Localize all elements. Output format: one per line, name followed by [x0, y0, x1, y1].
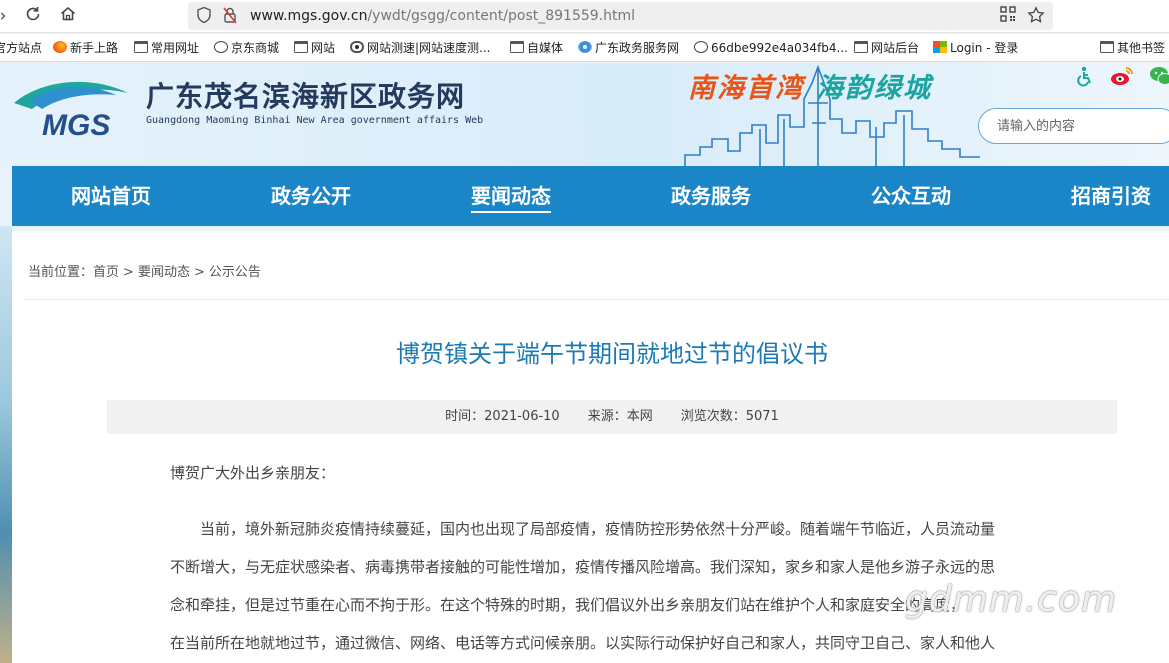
bookmark-label: 网站 [311, 41, 336, 55]
bookmark-label: 66dbe992e4a034fb4... [711, 41, 848, 55]
site-logo[interactable]: MGS [12, 73, 132, 143]
url-path: /ywdt/gsgg/content/post_891559.html [367, 8, 636, 24]
site-title[interactable]: 广东茂名滨海新区政务网 [146, 79, 465, 115]
article-body: 博贺广大外出乡亲朋友： 当前，境外新冠肺炎疫情持续蔓延，国内也出现了局部疫情，疫… [170, 454, 1060, 662]
folder-icon [294, 41, 308, 53]
shield-icon[interactable] [196, 6, 212, 29]
search-input[interactable] [997, 118, 1157, 133]
breadcrumb: 当前位置：首页 > 要闻动态 > 公示公告 [28, 263, 261, 283]
meta-source: 来源：本网 [587, 409, 653, 424]
weibo-icon[interactable] [1109, 65, 1135, 91]
search-box [978, 108, 1169, 144]
nav-item-gov-affairs[interactable]: 政务公开 [271, 181, 351, 211]
watermark: gdmm.com [905, 579, 1118, 620]
breadcrumb-link-notices[interactable]: 公示公告 [209, 265, 261, 280]
slogan-part1: 南海首湾 [688, 73, 804, 104]
meta-views: 浏览次数：5071 [680, 409, 779, 424]
nav-item-interaction[interactable]: 公众互动 [871, 181, 951, 211]
meta-time: 时间：2021-06-10 [445, 409, 560, 424]
site-subtitle: Guangdong Maoming Binhai New Area govern… [146, 115, 484, 126]
bookmark-label: 网站后台 [871, 41, 920, 55]
breadcrumb-link-news[interactable]: 要闻动态 [138, 265, 190, 280]
bookmark-item[interactable]: 新手上路 [53, 40, 118, 56]
folder-icon [134, 41, 148, 53]
bookmarks-bar: 官方站点 新手上路 常用网址 京东商城 网站 网站测速|网站速度测... 自媒体… [0, 34, 1169, 62]
bookmark-label: 京东商城 [231, 41, 280, 55]
nav-item-services[interactable]: 政务服务 [671, 181, 751, 211]
article-greeting: 博贺广大外出乡亲朋友： [170, 464, 336, 482]
breadcrumb-separator: > [123, 265, 134, 280]
globe-icon [214, 41, 228, 53]
bookmark-item[interactable]: 网站 [294, 40, 335, 56]
bookmark-label: 其他书签 [1117, 41, 1166, 55]
bookmark-item[interactable]: 其他书签 [1100, 40, 1165, 56]
nav-item-home[interactable]: 网站首页 [71, 181, 151, 211]
main-nav: 网站首页 政务公开 要闻动态 政务服务 公众互动 招商引资 [12, 166, 1169, 226]
article-line: 当前，境外新冠肺炎疫情持续蔓延，国内也出现了局部疫情，疫情防控形势依然十分严峻。… [200, 520, 996, 538]
windows-icon [933, 41, 947, 53]
bookmark-item[interactable]: 自媒体 [510, 40, 563, 56]
bookmark-item[interactable]: 网站后台 [854, 40, 919, 56]
url-text: www.mgs.gov.cn/ywdt/gsgg/content/post_89… [250, 7, 635, 25]
forward-icon[interactable]: › [0, 5, 14, 27]
bookmark-label: 广东政务服务网 [595, 41, 680, 55]
flower-icon [578, 41, 592, 53]
globe-icon [694, 41, 708, 53]
eye-icon [350, 41, 364, 53]
bookmark-label: 官方站点 [0, 41, 43, 55]
bookmark-item[interactable]: 广东政务服务网 [578, 40, 679, 56]
folder-icon [510, 41, 524, 53]
accessibility-icon[interactable] [1073, 65, 1095, 91]
url-domain: www.mgs.gov.cn [250, 8, 368, 24]
bookmark-label: 自媒体 [527, 41, 564, 55]
slogan-part2: 海韵绿城 [816, 73, 932, 104]
url-field[interactable]: www.mgs.gov.cn/ywdt/gsgg/content/post_89… [188, 2, 1053, 30]
insecure-lock-icon[interactable] [222, 6, 238, 29]
svg-text:MGS: MGS [42, 109, 110, 142]
folder-icon [1100, 41, 1114, 53]
article-meta: 时间：2021-06-10 来源：本网 浏览次数：5071 [107, 400, 1117, 434]
background-landscape-strip [0, 226, 12, 663]
breadcrumb-prefix: 当前位置： [28, 265, 94, 280]
nav-item-investment[interactable]: 招商引资 [1071, 181, 1151, 211]
divider [24, 299, 1169, 300]
bookmark-label: 新手上路 [70, 41, 119, 55]
bookmark-label: 常用网址 [151, 41, 200, 55]
bookmark-star-icon[interactable] [1027, 6, 1045, 29]
wechat-icon[interactable] [1149, 65, 1169, 91]
home-icon[interactable] [57, 5, 79, 27]
folder-icon [854, 41, 868, 53]
breadcrumb-link-home[interactable]: 首页 [93, 265, 119, 280]
bookmark-item[interactable]: 网站测速|网站速度测... [350, 40, 491, 56]
bookmark-label: Login - 登录 [950, 41, 1019, 55]
article-title: 博贺镇关于端午节期间就地过节的倡议书 [396, 340, 828, 368]
bookmark-label: 网站测速|网站速度测... [367, 41, 491, 55]
site-slogan: 南海首湾 海韵绿城 [688, 71, 932, 107]
logo-swoosh-icon: MGS [14, 81, 128, 142]
firefox-icon [53, 41, 67, 53]
nav-item-news[interactable]: 要闻动态 [471, 181, 551, 213]
qr-code-icon[interactable] [1000, 6, 1016, 27]
bookmark-item[interactable]: 常用网址 [134, 40, 199, 56]
article-line: 在当前所在地就地过节，通过微信、网络、电话等方式问候亲朋。以实际行动保护好自己和… [170, 634, 996, 652]
browser-address-bar: › www.mgs.gov.cn/ywdt/gsgg/content/post_… [0, 0, 1169, 33]
bookmark-item[interactable]: Login - 登录 [933, 40, 1018, 56]
breadcrumb-separator: > [193, 265, 205, 280]
bookmark-item[interactable]: 官方站点 [0, 40, 42, 56]
bookmark-item[interactable]: 京东商城 [214, 40, 279, 56]
site-header: MGS 广东茂名滨海新区政务网 Guangdong Maoming Binhai… [0, 63, 1169, 166]
reload-icon[interactable] [22, 5, 44, 27]
bookmark-item[interactable]: 66dbe992e4a034fb4... [694, 40, 848, 56]
